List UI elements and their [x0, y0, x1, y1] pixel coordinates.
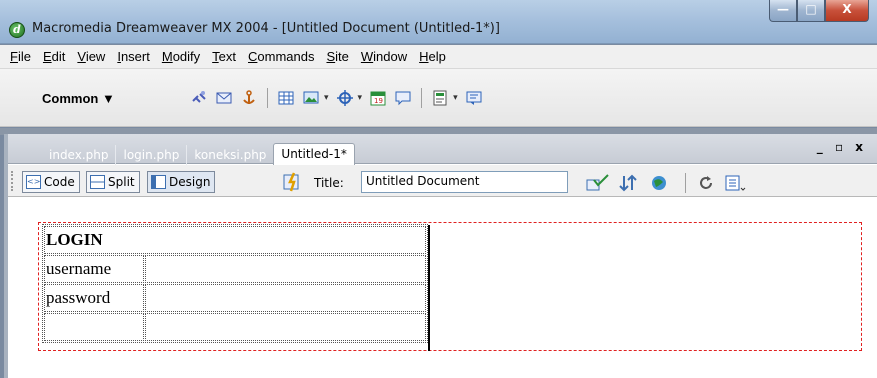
- design-view-button[interactable]: Design: [147, 171, 216, 193]
- document-toolbar: <> Code Split Design Title: Untitled Doc…: [8, 165, 877, 197]
- document-window-controls[interactable]: _ ▫ x: [817, 140, 867, 154]
- preview-in-browser-icon[interactable]: [650, 174, 674, 192]
- empty-value-cell[interactable]: [145, 313, 426, 341]
- chevron-down-icon[interactable]: ▾: [324, 93, 329, 103]
- menu-label: dit: [51, 49, 66, 64]
- menu-label: indow: [373, 49, 408, 64]
- split-view-button[interactable]: Split: [86, 171, 140, 193]
- table-row: LOGIN: [44, 226, 426, 254]
- table-row: username: [44, 255, 426, 283]
- media-icon[interactable]: [336, 89, 354, 107]
- window-title: Macromedia Dreamweaver MX 2004 - [Untitl…: [32, 21, 500, 36]
- menu-bar: File Edit View Insert Modify Text Comman…: [0, 45, 877, 69]
- tab-login-php[interactable]: login.php: [116, 145, 188, 165]
- title-label: Title:: [314, 176, 344, 190]
- empty-label-cell[interactable]: [44, 313, 144, 341]
- username-label-cell[interactable]: username: [44, 255, 144, 283]
- menu-label: iew: [85, 49, 106, 64]
- view-options-icon[interactable]: [724, 174, 746, 192]
- menu-label: ext: [218, 49, 237, 64]
- page-title-input[interactable]: Untitled Document: [361, 171, 568, 193]
- menu-site[interactable]: Site: [320, 45, 354, 68]
- dreamweaver-app-icon[interactable]: d: [9, 22, 25, 38]
- menu-mnemonic: W: [360, 49, 374, 64]
- menu-label: odify: [172, 49, 201, 64]
- document-tab-bar: index.php login.php koneksi.php Untitled…: [8, 134, 877, 165]
- document-window: index.php login.php koneksi.php Untitled…: [4, 134, 877, 378]
- menu-mnemonic: F: [10, 49, 18, 64]
- insert-category-dropdown[interactable]: Common ▼: [42, 91, 115, 106]
- menu-commands[interactable]: Commands: [242, 45, 320, 68]
- table-icon[interactable]: [277, 89, 295, 107]
- menu-edit[interactable]: Edit: [37, 45, 71, 68]
- validate-markup-icon[interactable]: [586, 174, 610, 192]
- hyperlink-icon[interactable]: [190, 89, 208, 107]
- split-view-label: Split: [108, 175, 135, 189]
- menu-help[interactable]: Help: [413, 45, 452, 68]
- table-row: password: [44, 284, 426, 312]
- menu-insert[interactable]: Insert: [111, 45, 156, 68]
- username-value-cell[interactable]: [145, 255, 426, 283]
- toolbar-grip[interactable]: [11, 171, 15, 191]
- toolbar-separator: [685, 173, 686, 193]
- login-form-table[interactable]: LOGIN username password: [42, 224, 428, 343]
- tag-chooser-icon[interactable]: [465, 89, 483, 107]
- menu-label: ommands: [257, 49, 315, 64]
- chevron-down-icon[interactable]: ▾: [453, 93, 458, 103]
- toolbar-separator: [421, 88, 423, 108]
- insert-toolbar: Common ▼ ▾ ▾ 19 ▾: [0, 69, 877, 127]
- minimize-button[interactable]: —: [769, 0, 797, 22]
- insert-toolbar-icons: ▾ ▾ 19 ▾: [190, 88, 483, 108]
- date-icon[interactable]: 19: [369, 89, 387, 107]
- design-canvas[interactable]: LOGIN username password: [8, 198, 877, 378]
- tab-untitled-1[interactable]: Untitled-1*: [273, 143, 355, 165]
- maximize-button[interactable]: □: [797, 0, 825, 22]
- password-value-cell[interactable]: [145, 284, 426, 312]
- file-management-icon[interactable]: [619, 174, 641, 192]
- chevron-down-icon[interactable]: ▾: [358, 93, 363, 103]
- code-view-label: Code: [44, 175, 75, 189]
- menu-modify[interactable]: Modify: [156, 45, 206, 68]
- comment-icon[interactable]: [394, 89, 412, 107]
- menu-label: ile: [17, 49, 31, 64]
- toolbar-separator: [267, 88, 268, 108]
- code-view-icon: <>: [26, 175, 41, 189]
- live-data-icon[interactable]: [282, 172, 302, 192]
- menu-mnemonic: S: [326, 49, 336, 64]
- document-toolbar-icons: [586, 173, 746, 193]
- menu-label: nsert: [120, 49, 150, 64]
- design-view-icon: [151, 175, 166, 189]
- email-link-icon[interactable]: [215, 89, 233, 107]
- templates-icon[interactable]: [431, 89, 449, 107]
- password-label-cell[interactable]: password: [44, 284, 144, 312]
- refresh-icon[interactable]: [697, 174, 715, 192]
- menu-label: elp: [428, 49, 446, 64]
- named-anchor-icon[interactable]: [240, 89, 258, 107]
- text-cursor: [428, 225, 430, 351]
- design-view-label: Design: [169, 175, 211, 189]
- menu-mnemonic: V: [77, 49, 86, 64]
- code-view-button[interactable]: <> Code: [22, 171, 80, 193]
- menu-view[interactable]: View: [71, 45, 111, 68]
- menu-file[interactable]: File: [4, 45, 37, 68]
- menu-mnemonic: E: [42, 49, 52, 64]
- menu-mnemonic: C: [248, 49, 258, 64]
- menu-label: ite: [335, 49, 349, 64]
- menu-mnemonic: M: [161, 49, 173, 64]
- menu-mnemonic: H: [419, 49, 429, 64]
- close-button[interactable]: X: [825, 0, 869, 22]
- image-icon[interactable]: [302, 89, 320, 107]
- table-row: [44, 313, 426, 341]
- tab-koneksi-php[interactable]: koneksi.php: [187, 145, 273, 165]
- document-tabs: index.php login.php koneksi.php Untitled…: [42, 143, 355, 165]
- menu-text[interactable]: Text: [206, 45, 242, 68]
- menu-window[interactable]: Window: [355, 45, 413, 68]
- title-bar: d Macromedia Dreamweaver MX 2004 - [Unti…: [0, 0, 877, 44]
- login-heading-cell[interactable]: LOGIN: [44, 226, 426, 254]
- tab-index-php[interactable]: index.php: [42, 145, 117, 165]
- svg-text:19: 19: [374, 97, 383, 105]
- window-controls: — □ X: [769, 0, 869, 22]
- split-view-icon: [90, 175, 105, 189]
